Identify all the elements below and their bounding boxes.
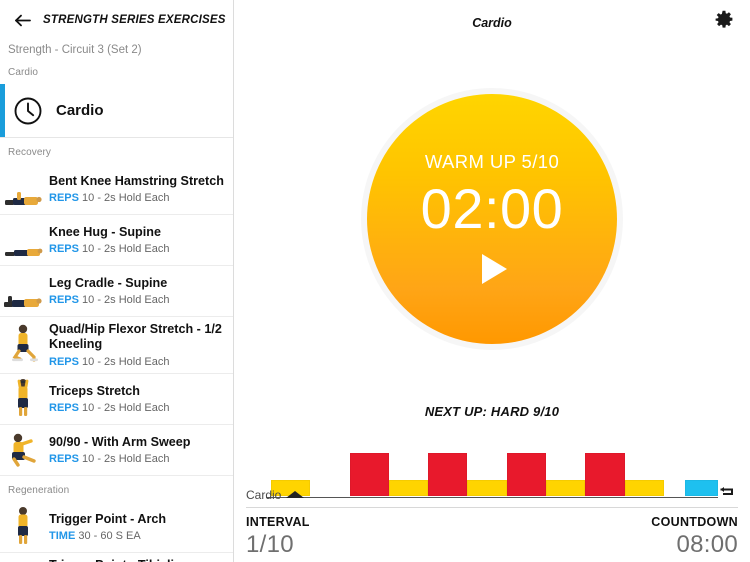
exercise-meta: REPS 10 - 2s Hold Each [49, 243, 227, 255]
exercise-meta: REPS 10 - 2s Hold Each [49, 453, 227, 465]
countdown-label: COUNTDOWN [651, 515, 738, 529]
exercise-thumbnail-kneeling-icon [0, 324, 46, 365]
metric-tag: REPS [49, 402, 79, 415]
list-item[interactable]: Knee Hug - Supine REPS 10 - 2s Hold Each [0, 215, 233, 266]
exercise-meta: REPS 10 - 2s Hold Each [49, 356, 227, 368]
exercise-meta: REPS 10 - 2s Hold Each [49, 294, 227, 306]
countdown-metric: COUNTDOWN 08:00 [651, 515, 738, 560]
metric-tag: REPS [49, 192, 79, 205]
metric-tag: REPS [49, 243, 79, 256]
exercise-name: Trigger Point - Tibialis Anterior [49, 558, 227, 562]
list-item[interactable]: Trigger Point - Arch TIME 30 - 60 S EA [0, 502, 233, 554]
list-item[interactable]: Bent Knee Hamstring Stretch REPS 10 - 2s… [0, 164, 233, 215]
bottom-status-bar: Cardio INTERVAL 1/10 COUNTDOWN 08:00 [234, 482, 750, 562]
exercise-text: Leg Cradle - Supine REPS 10 - 2s Hold Ea… [46, 276, 227, 307]
next-up-label: NEXT UP: HARD 9/10 [424, 404, 560, 419]
interval-label: INTERVAL [246, 515, 310, 529]
countdown-value: 08:00 [676, 531, 738, 558]
metric-value: 10 - 2s Hold Each [82, 192, 170, 205]
section-header-regeneration: Regeneration [8, 485, 70, 497]
section-header-cardio: Cardio [8, 67, 39, 78]
sidebar-title: STRENGTH SERIES EXERCISES [43, 14, 226, 26]
current-exercise-name: Cardio [246, 487, 282, 502]
exercise-meta: REPS 10 - 2s Hold Each [49, 192, 227, 204]
metric-value: 10 - 2s Hold Each [82, 243, 170, 256]
timer-phase-label: WARM UP 5/10 [424, 150, 560, 172]
timer-countdown-value: 02:00 [420, 176, 564, 240]
bottom-bar-top-row: Cardio [246, 482, 738, 508]
exercise-name: Triceps Stretch [49, 383, 140, 398]
interval-metric: INTERVAL 1/10 [246, 515, 310, 560]
bottom-bar-metrics: INTERVAL 1/10 COUNTDOWN 08:00 [246, 508, 738, 560]
exercise-thumbnail-lying-icon [0, 220, 46, 260]
exercise-text: Trigger Point - Tibialis Anterior TIME 3… [46, 558, 227, 562]
section-header-recovery: Recovery [8, 147, 52, 158]
clock-icon [4, 96, 52, 126]
active-indicator-bar [0, 84, 5, 137]
timer-main-panel: Cardio WARM UP 5/10 02:00 NEXT UP: HARD … [234, 0, 750, 562]
exercise-name: Trigger Point - Arch [49, 511, 167, 526]
settings-button[interactable] [710, 8, 738, 36]
exercise-text: Bent Knee Hamstring Stretch REPS 10 - 2s… [46, 174, 227, 205]
list-item[interactable]: 90/90 - With Arm Sweep REPS 10 - 2s Hold… [0, 425, 233, 477]
exercise-list-sidebar: STRENGTH SERIES EXERCISES Strength - Cir… [0, 0, 234, 562]
exercise-thumbnail-standing-icon [0, 379, 46, 419]
timer-dial[interactable]: WARM UP 5/10 02:00 [367, 94, 617, 344]
metric-value: 30 - 60 S EA [78, 530, 141, 543]
play-icon [481, 254, 507, 285]
list-item[interactable]: Leg Cradle - Supine REPS 10 - 2s Hold Ea… [0, 266, 233, 317]
list-item[interactable]: Trigger Point - Tibialis Anterior TIME 3… [0, 553, 233, 562]
exercise-text: Knee Hug - Supine REPS 10 - 2s Hold Each [46, 225, 227, 256]
arrow-left-icon [14, 14, 32, 27]
sidebar-item-label: Cardio [56, 102, 104, 119]
sidebar-subtitle: Strength - Circuit 3 (Set 2) [8, 44, 142, 56]
exercise-text: Triceps Stretch REPS 10 - 2s Hold Each [46, 384, 227, 415]
main-header: Cardio [234, 0, 750, 46]
interval-value: 1/10 [246, 531, 294, 558]
exercise-name: Quad/Hip Flexor Stretch - 1/2 Kneeling [49, 322, 222, 352]
loop-icon [718, 485, 736, 504]
back-button[interactable] [10, 7, 36, 33]
play-button[interactable] [472, 249, 512, 289]
metric-value: 10 - 2s Hold Each [82, 453, 170, 466]
exercise-name: Bent Knee Hamstring Stretch [49, 173, 224, 188]
list-item[interactable]: Quad/Hip Flexor Stretch - 1/2 Kneeling R… [0, 317, 233, 375]
list-item[interactable]: Triceps Stretch REPS 10 - 2s Hold Each [0, 374, 233, 426]
exercise-thumbnail-lying-icon [0, 169, 46, 209]
exercise-name: 90/90 - With Arm Sweep [49, 434, 191, 449]
exercise-text: Trigger Point - Arch TIME 30 - 60 S EA [46, 512, 227, 543]
exercise-text: 90/90 - With Arm Sweep REPS 10 - 2s Hold… [46, 435, 227, 466]
metric-tag: TIME [49, 530, 76, 543]
exercise-meta: TIME 30 - 60 S EA [49, 530, 227, 542]
metric-value: 10 - 2s Hold Each [82, 402, 170, 415]
exercise-meta: REPS 10 - 2s Hold Each [49, 402, 227, 414]
metric-tag: REPS [49, 453, 79, 466]
metric-tag: REPS [49, 294, 79, 307]
metric-value: 10 - 2s Hold Each [82, 294, 170, 307]
exercise-thumbnail-standing-icon [0, 507, 46, 547]
metric-value: 10 - 2s Hold Each [82, 355, 170, 368]
sidebar-item-cardio-active[interactable]: Cardio [0, 84, 233, 138]
sidebar-header: STRENGTH SERIES EXERCISES [0, 0, 233, 40]
exercise-thumbnail-lying-icon [0, 271, 46, 311]
exercise-text: Quad/Hip Flexor Stretch - 1/2 Kneeling R… [46, 322, 227, 368]
gear-icon [714, 10, 734, 35]
timer-stage: WARM UP 5/10 02:00 NEXT UP: HARD 9/10 [234, 46, 750, 498]
page-title: Cardio [472, 16, 512, 30]
exercise-thumbnail-seated-icon [0, 430, 46, 470]
workout-timer-app: STRENGTH SERIES EXERCISES Strength - Cir… [0, 0, 750, 562]
loop-button[interactable] [716, 486, 738, 504]
metric-tag: REPS [49, 355, 79, 368]
exercise-name: Knee Hug - Supine [49, 224, 161, 239]
exercise-name: Leg Cradle - Supine [49, 275, 168, 290]
